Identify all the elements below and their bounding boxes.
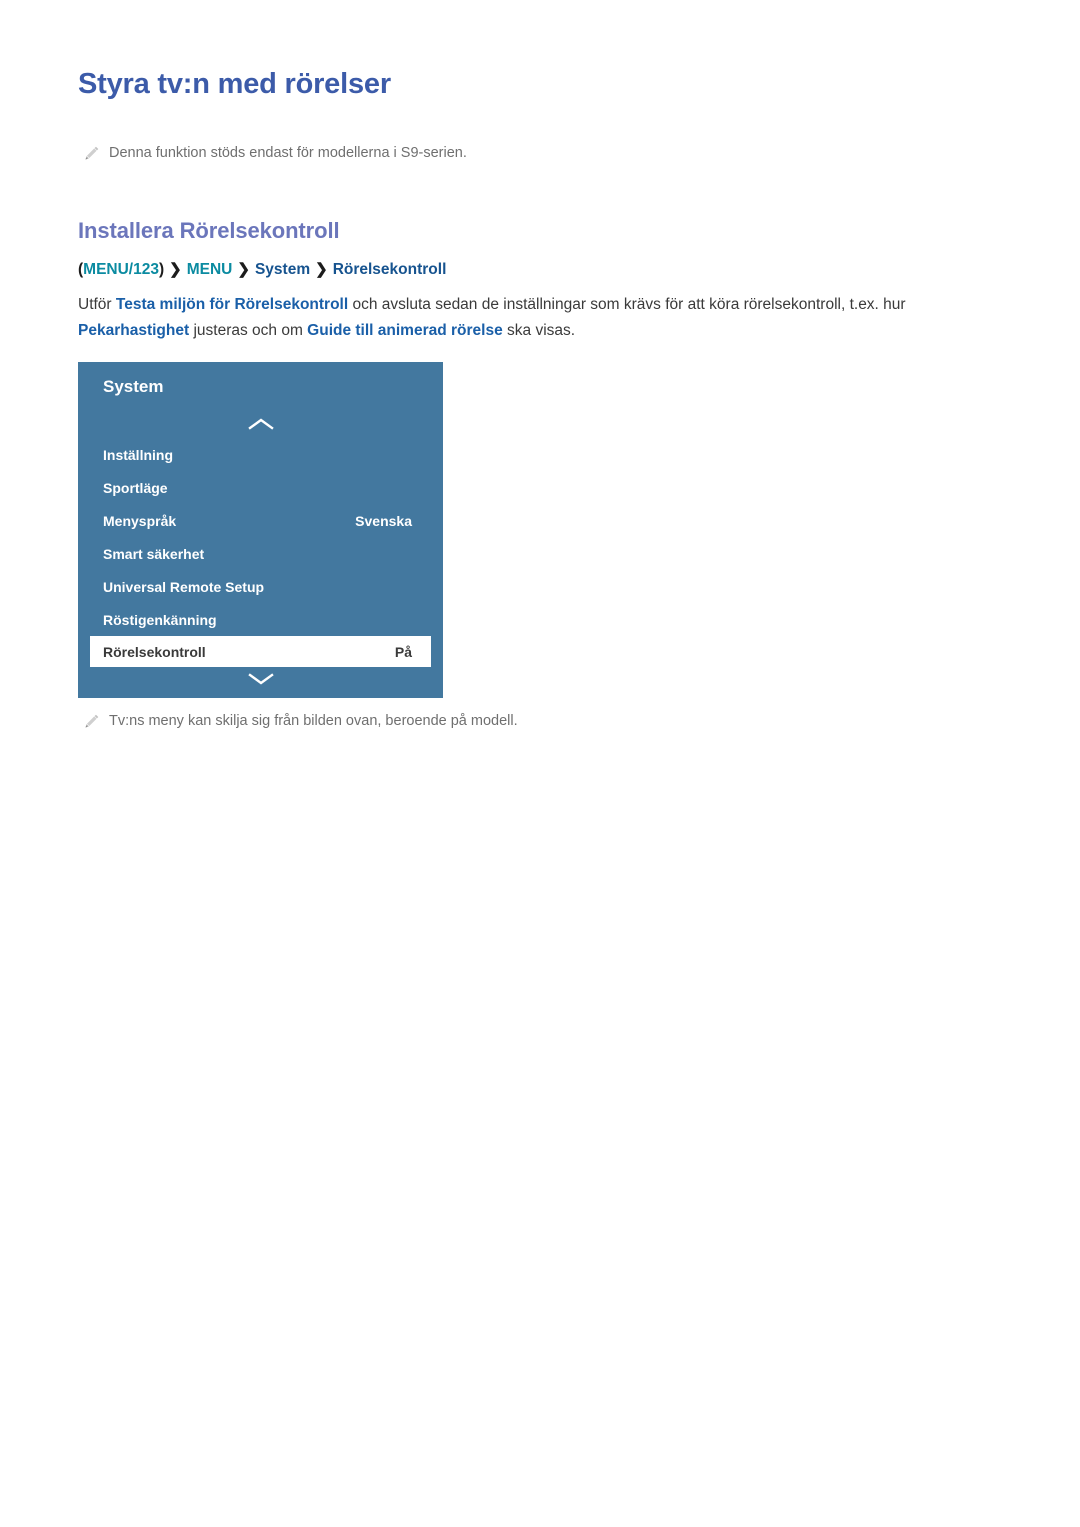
paragraph-bold-2: Pekarhastighet [78, 322, 190, 339]
pencil-icon [83, 144, 109, 164]
tv-menu-title: System [103, 377, 164, 396]
breadcrumb-separator: ❯ [169, 261, 182, 278]
pencil-icon [83, 712, 109, 732]
paragraph-text-1: Utför [78, 296, 116, 313]
tv-menu-item-value: På [394, 643, 412, 660]
tv-menu-item-smart-sakerhet[interactable]: Smart säkerhet [78, 537, 443, 570]
tv-menu-item-label: Universal Remote Setup [103, 578, 265, 595]
note-menu-may-differ: Tv:ns meny kan skilja sig från bilden ov… [83, 711, 518, 731]
tv-menu-item-menysprak[interactable]: Menyspråk Svenska [78, 504, 443, 537]
tv-menu-item-installning[interactable]: Inställning [78, 438, 443, 471]
note-supported-models: Denna funktion stöds endast för modeller… [83, 143, 467, 163]
section-heading: Installera Rörelsekontroll [78, 218, 340, 243]
page-title: Styra tv:n med rörelser [78, 68, 391, 100]
tv-menu-item-label: Menyspråk [103, 512, 177, 529]
tv-menu-item-label: Inställning [103, 446, 173, 463]
tv-menu-item-rorelsekontroll[interactable]: Rörelsekontroll På [90, 636, 431, 667]
tv-menu-item-label: Smart säkerhet [103, 545, 205, 562]
tv-menu-item-sportlage[interactable]: Sportläge [78, 471, 443, 504]
tv-menu-item-rostigenkanning[interactable]: Röstigenkänning [78, 603, 443, 636]
paragraph-text-2: och avsluta sedan de inställningar som k… [348, 296, 906, 313]
section-paragraph: Utför Testa miljön för Rörelsekontroll o… [78, 292, 998, 344]
breadcrumb-item-system[interactable]: System [255, 261, 310, 278]
breadcrumb-item-menu123[interactable]: MENU/123 [83, 261, 159, 278]
tv-menu-item-value: Svenska [355, 512, 412, 529]
paragraph-text-3: justeras och om [189, 322, 308, 339]
breadcrumb-separator: ❯ [315, 261, 328, 278]
paragraph-bold-3: Guide till animerad rörelse [307, 322, 503, 339]
tv-menu-item-universal-remote-setup[interactable]: Universal Remote Setup [78, 570, 443, 603]
breadcrumb-separator: ❯ [237, 261, 250, 278]
note-text: Tv:ns meny kan skilja sig från bilden ov… [109, 713, 518, 729]
tv-menu-item-label: Rörelsekontroll [103, 643, 206, 660]
note-text: Denna funktion stöds endast för modeller… [109, 145, 467, 161]
tv-menu-item-label: Röstigenkänning [103, 611, 217, 628]
tv-menu-screenshot: System Inställning Sportläge Menyspråk S… [78, 362, 443, 698]
tv-menu-item-label: Sportläge [103, 479, 168, 496]
chevron-down-icon[interactable] [247, 672, 274, 686]
document-page: Styra tv:n med rörelser Denna funktion s… [0, 0, 1080, 1527]
breadcrumb-item-menu[interactable]: MENU [187, 261, 233, 278]
breadcrumb: (MENU/123) ❯ MENU ❯ System ❯ Rörelsekontroll [78, 260, 446, 280]
breadcrumb-item-rorelsekontroll[interactable]: Rörelsekontroll [333, 261, 447, 278]
tv-menu-list: Inställning Sportläge Menyspråk Svenska … [78, 438, 443, 667]
paragraph-text-4: ska visas. [502, 322, 576, 339]
paragraph-bold-1: Testa miljön för Rörelsekontroll [115, 296, 349, 313]
chevron-up-icon[interactable] [247, 417, 274, 431]
